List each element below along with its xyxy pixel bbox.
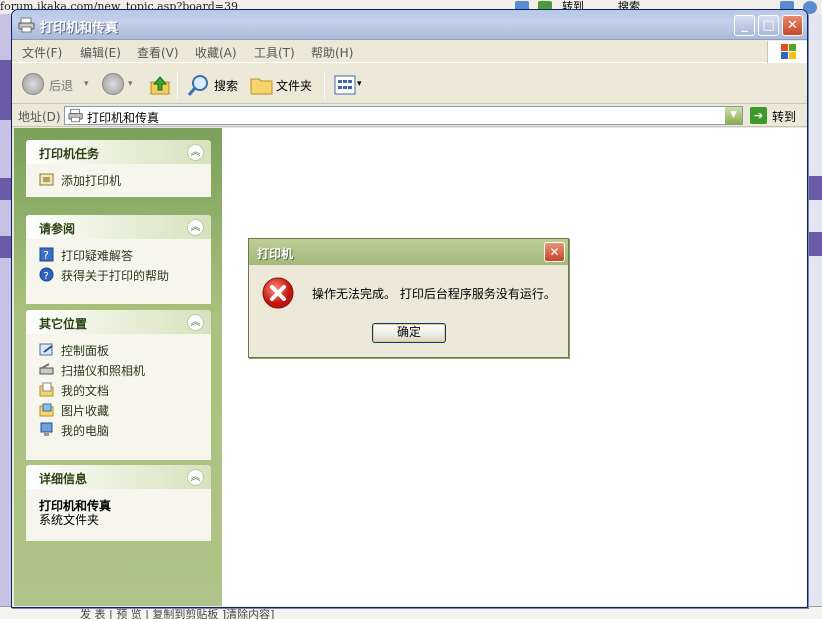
error-icon [262, 277, 294, 309]
go-button[interactable]: ➔ 转到 [748, 106, 804, 125]
other-places-header[interactable]: 其它位置 ︽ [26, 310, 211, 334]
details-type: 系统文件夹 [39, 513, 100, 527]
toolbar-separator [177, 71, 178, 99]
views-icon[interactable] [334, 75, 356, 95]
printer-tasks-body: 添加打印机 [26, 164, 211, 197]
print-help-label: 获得关于打印的帮助 [61, 269, 170, 283]
details-title: 详细信息 [39, 472, 88, 486]
maximize-button[interactable]: □ [758, 15, 779, 36]
menu-bar: 文件(F) 编辑(E) 查看(V) 收藏(A) 工具(T) 帮助(H) [12, 41, 807, 63]
see-also-title: 请参阅 [39, 222, 76, 236]
toolbar-separator-2 [324, 71, 325, 99]
add-printer-icon [39, 173, 54, 186]
forward-dropdown-icon[interactable]: ▾ [128, 79, 133, 89]
back-button-label[interactable]: 后退 [49, 77, 73, 94]
back-dropdown-icon[interactable]: ▾ [84, 79, 89, 89]
see-also-header[interactable]: 请参阅 ︽ [26, 215, 211, 239]
see-also-body: ? 打印疑难解答 ? 获得关于打印的帮助 [26, 239, 211, 304]
dialog-message: 操作无法完成。 打印后台程序服务没有运行。 [312, 287, 556, 301]
windows-flag-icon [781, 44, 796, 59]
collapse-icon[interactable]: ︽ [187, 469, 204, 486]
forward-icon[interactable] [102, 73, 124, 95]
address-value: 打印机和传真 [87, 111, 160, 125]
address-field[interactable]: 打印机和传真 ▼ [64, 106, 743, 125]
details-panel: 详细信息 ︽ 打印机和传真 系统文件夹 [26, 465, 211, 541]
scanner-camera-icon [39, 363, 54, 375]
windows-logo [767, 41, 807, 63]
see-also-panel: 请参阅 ︽ ? 打印疑难解答 ? 获得关于打印的帮助 [26, 215, 211, 304]
address-label: 地址(D) [18, 110, 61, 124]
add-printer-label: 添加打印机 [61, 174, 122, 188]
close-button[interactable]: ✕ [782, 15, 803, 36]
collapse-icon[interactable]: ︽ [187, 314, 204, 331]
help-icon: ? [39, 267, 54, 282]
dialog-title-bar[interactable]: 打印机 ✕ [249, 239, 568, 265]
menu-file[interactable]: 文件(F) [22, 44, 62, 61]
my-documents-label: 我的文档 [61, 384, 110, 398]
my-pictures-label: 图片收藏 [61, 404, 110, 418]
background-bottom-text: 发 表 | 预 览 | 复制到剪贴板 ]清除内容] [80, 608, 275, 619]
folders-icon[interactable] [250, 74, 274, 96]
search-button-label[interactable]: 搜索 [214, 77, 238, 94]
svg-text:?: ? [44, 271, 49, 282]
printer-icon [18, 17, 35, 33]
address-printer-icon [68, 108, 83, 123]
printer-tasks-title: 打印机任务 [39, 147, 100, 161]
menu-favorites[interactable]: 收藏(A) [195, 44, 237, 61]
task-pane: 打印机任务 ︽ 添加打印机 请参阅 ︽ ? 打印疑难解答 ? 获得关于打印的帮助… [14, 128, 222, 606]
my-computer-icon [40, 422, 53, 436]
other-places-body: 控制面板 扫描仪和照相机 我的文档 图片收藏 我的电脑 [26, 334, 211, 460]
back-icon[interactable] [22, 73, 44, 95]
views-dropdown-icon[interactable]: ▾ [357, 79, 362, 89]
ok-button[interactable]: 确定 [372, 323, 446, 343]
up-folder-icon[interactable] [149, 74, 171, 96]
control-panel-icon [39, 343, 53, 356]
error-dialog: 打印机 ✕ 操作无法完成。 打印后台程序服务没有运行。 确定 [248, 238, 569, 358]
menu-edit[interactable]: 编辑(E) [80, 44, 121, 61]
control-panel-label: 控制面板 [61, 344, 110, 358]
menu-tools[interactable]: 工具(T) [254, 44, 295, 61]
menu-view[interactable]: 查看(V) [137, 44, 179, 61]
go-button-label: 转到 [772, 110, 797, 124]
dialog-close-button[interactable]: ✕ [544, 242, 565, 262]
title-bar[interactable]: 打印机和传真 _ □ ✕ [12, 10, 807, 40]
details-body: 打印机和传真 系统文件夹 [26, 489, 211, 541]
background-right-strip [806, 14, 822, 619]
background-bar-right-2 [806, 232, 822, 256]
address-bar: 地址(D) 打印机和传真 ▼ ➔ 转到 [12, 105, 807, 127]
dialog-title: 打印机 [257, 247, 294, 261]
scanners-cameras-label: 扫描仪和照相机 [61, 364, 146, 378]
printer-tasks-header[interactable]: 打印机任务 ︽ [26, 140, 211, 164]
collapse-icon[interactable]: ︽ [187, 144, 204, 161]
address-dropdown-icon[interactable]: ▼ [725, 107, 742, 124]
help-book-icon: ? [39, 247, 54, 262]
search-icon[interactable] [187, 73, 211, 97]
troubleshoot-label: 打印疑难解答 [61, 249, 134, 263]
minimize-button[interactable]: _ [734, 15, 755, 36]
window-title: 打印机和传真 [40, 21, 119, 36]
collapse-icon[interactable]: ︽ [187, 219, 204, 236]
background-bar-right [806, 176, 822, 200]
printer-tasks-panel: 打印机任务 ︽ 添加打印机 [26, 140, 211, 197]
other-places-title: 其它位置 [39, 317, 88, 331]
go-arrow-icon: ➔ [750, 107, 767, 124]
my-pictures-icon [39, 403, 54, 417]
my-documents-icon [39, 382, 54, 397]
toolbar: 后退 ▾ ▾ 搜索 文件夹 ▾ [12, 64, 807, 104]
other-places-panel: 其它位置 ︽ 控制面板 扫描仪和照相机 我的文档 图片收藏 我的电脑 [26, 310, 211, 460]
menu-help[interactable]: 帮助(H) [311, 44, 353, 61]
content-area[interactable] [222, 128, 807, 606]
svg-text:?: ? [43, 249, 49, 262]
my-computer-label: 我的电脑 [61, 424, 110, 438]
folders-button-label[interactable]: 文件夹 [276, 77, 312, 94]
details-header[interactable]: 详细信息 ︽ [26, 465, 211, 489]
